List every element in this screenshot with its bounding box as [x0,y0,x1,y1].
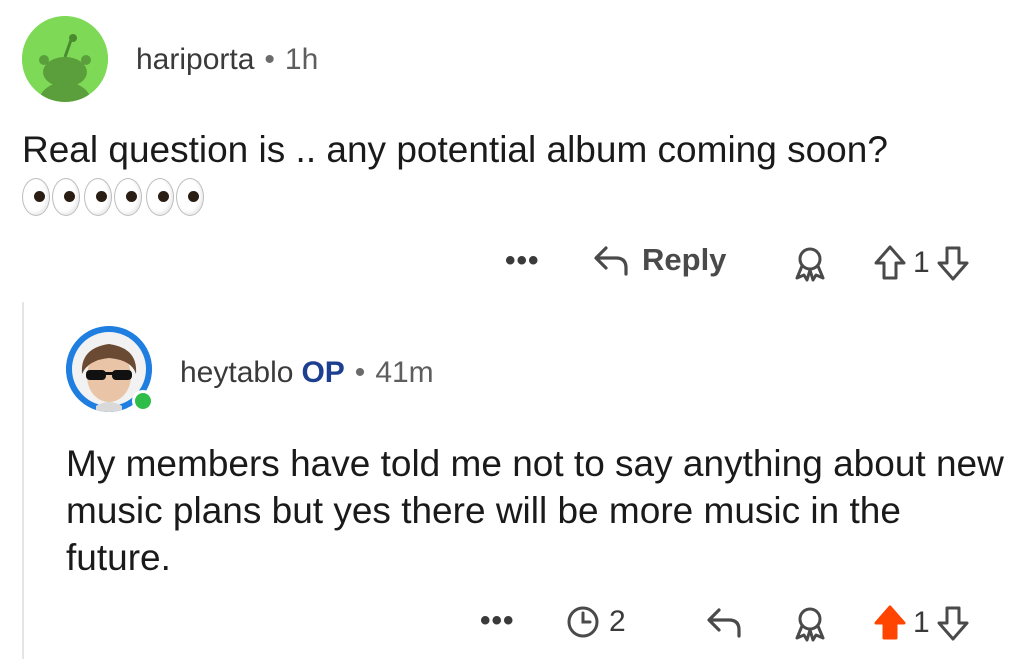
comment-body: Real question is .. any potential album … [22,129,888,170]
comment-actions: ••• 2 1 [0,600,1034,650]
vote-controls: 1 [873,604,970,642]
user-avatar-hariporta[interactable] [22,16,108,102]
username[interactable]: hariporta [136,43,254,76]
emoji-row [22,178,208,218]
separator-dot: • [264,43,275,76]
comment-body: My members have told me not to say anyth… [66,443,1004,578]
timer-button[interactable]: 2 [565,604,632,640]
reply-arrow-icon [594,246,628,276]
downvote-arrow-icon[interactable] [936,604,970,642]
more-options-button[interactable]: ••• [505,244,540,278]
timer-count: 2 [609,605,626,638]
user-avatar-heytablo[interactable] [66,326,154,412]
username[interactable]: heytablo [180,356,293,389]
award-icon [795,247,825,282]
upvote-arrow-icon[interactable] [873,604,907,642]
award-button[interactable] [793,246,827,282]
comment-thread: hariporta • 1h Real question is .. any pot… [0,0,1034,659]
timestamp: 41m [375,356,434,389]
reply-button[interactable] [705,604,745,640]
comment-meta: hariporta • 1h [136,40,318,80]
eyes-emoji-icon [84,178,144,218]
op-badge: OP [301,356,345,389]
upvote-arrow-icon[interactable] [873,244,907,282]
snoo-avatar-icon [22,16,108,102]
reply-button[interactable]: Reply [592,242,726,278]
comment-actions: ••• Reply 1 [0,240,1034,290]
clock-icon [567,606,599,638]
online-status-indicator [132,390,154,412]
timestamp: 1h [284,43,319,76]
reply-label: Reply [642,242,727,277]
eyes-emoji-icon [146,178,206,218]
award-button[interactable] [793,606,827,642]
award-icon [795,607,825,642]
comment-meta: heytablo OP • 41m [180,353,434,393]
vote-count: 1 [913,246,930,279]
downvote-arrow-icon[interactable] [936,244,970,282]
vote-controls: 1 [873,244,970,282]
vote-count: 1 [913,606,930,639]
reply-arrow-icon [707,608,741,638]
separator-dot: • [354,356,366,389]
eyes-emoji-icon [22,178,82,218]
more-options-button[interactable]: ••• [480,604,515,638]
